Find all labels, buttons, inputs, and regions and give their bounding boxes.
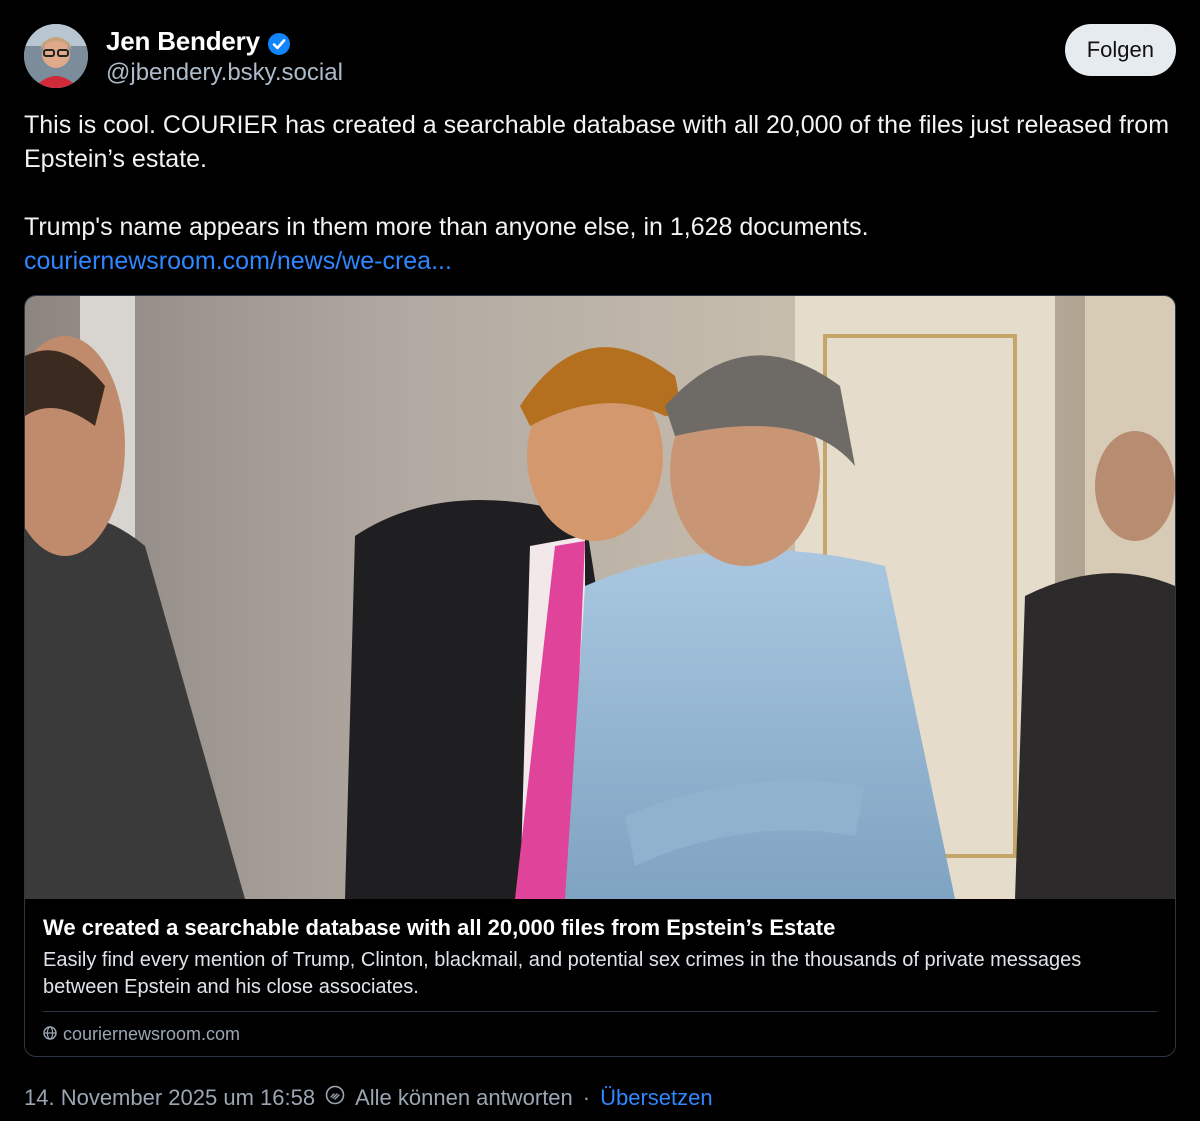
- avatar[interactable]: [24, 24, 88, 88]
- post-text: This is cool. COURIER has created a sear…: [24, 108, 1176, 278]
- reply-setting-icon: [325, 1085, 345, 1111]
- separator-dot: ·: [582, 1085, 591, 1110]
- card-title[interactable]: We created a searchable database with al…: [43, 913, 1157, 943]
- verified-badge-icon: [267, 31, 290, 55]
- link-card[interactable]: We created a searchable database with al…: [24, 295, 1176, 1057]
- post: Jen Bendery @jbendery.bsky.social Folgen…: [24, 22, 1176, 1111]
- post-text-paragraph-2: Trump's name appears in them more than a…: [24, 213, 869, 241]
- card-description: Easily find every mention of Trump, Clin…: [43, 949, 1082, 998]
- author-name[interactable]: Jen Bendery: [106, 26, 260, 57]
- post-timestamp[interactable]: 14. November 2025 um 16:58: [24, 1085, 315, 1111]
- post-footer: 14. November 2025 um 16:58 Alle können a…: [24, 1085, 1176, 1111]
- card-domain-text: couriernewsroom.com: [63, 1023, 241, 1044]
- post-text-paragraph-1: This is cool. COURIER has created a sear…: [24, 111, 1170, 173]
- card-domain: couriernewsroom.com: [43, 1012, 1157, 1056]
- globe-icon: [43, 1024, 57, 1045]
- post-link[interactable]: couriernewsroom.com/news/we-crea...: [24, 247, 452, 275]
- author-handle[interactable]: @jbendery.bsky.social: [106, 59, 343, 87]
- card-body: We created a searchable database with al…: [25, 899, 1175, 1056]
- translate-link[interactable]: Übersetzen: [600, 1085, 713, 1111]
- card-image[interactable]: [25, 296, 1175, 899]
- reply-setting[interactable]: Alle können antworten: [355, 1085, 573, 1111]
- author-name-row[interactable]: Jen Bendery: [106, 26, 290, 57]
- post-header: Jen Bendery @jbendery.bsky.social Folgen: [24, 22, 1176, 90]
- follow-button[interactable]: Folgen: [1064, 24, 1176, 76]
